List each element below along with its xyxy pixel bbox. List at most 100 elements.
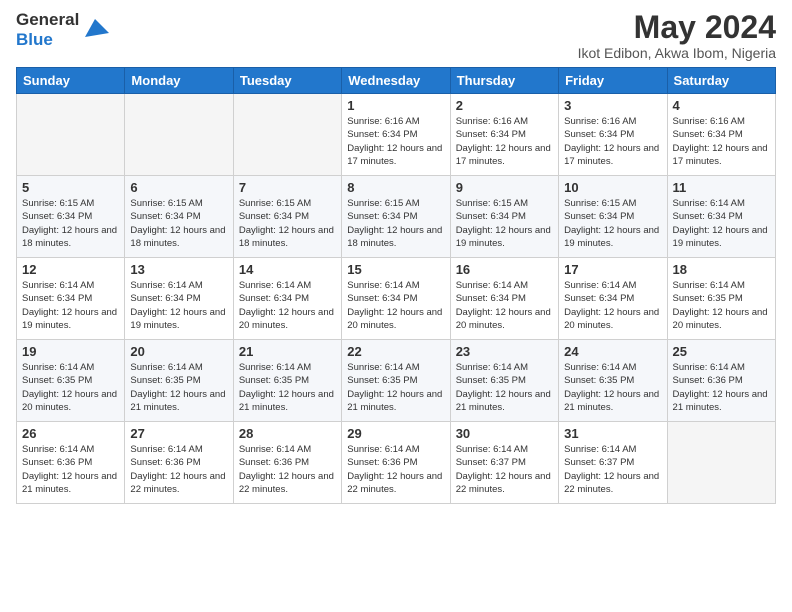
table-row: 5Sunrise: 6:15 AM Sunset: 6:34 PM Daylig… <box>17 176 125 258</box>
day-number: 24 <box>564 344 661 359</box>
table-row <box>667 422 775 504</box>
day-info: Sunrise: 6:14 AM Sunset: 6:34 PM Dayligh… <box>22 279 119 332</box>
day-info: Sunrise: 6:14 AM Sunset: 6:35 PM Dayligh… <box>239 361 336 414</box>
day-number: 18 <box>673 262 770 277</box>
header-saturday: Saturday <box>667 68 775 94</box>
table-row: 16Sunrise: 6:14 AM Sunset: 6:34 PM Dayli… <box>450 258 558 340</box>
table-row <box>17 94 125 176</box>
header: General Blue May 2024 Ikot Edibon, Akwa … <box>16 10 776 61</box>
day-number: 28 <box>239 426 336 441</box>
table-row: 20Sunrise: 6:14 AM Sunset: 6:35 PM Dayli… <box>125 340 233 422</box>
table-row: 11 Sunrise: 6:14 AM Sunset: 6:34 PM Dayli… <box>667 176 775 258</box>
table-row: 31Sunrise: 6:14 AM Sunset: 6:37 PM Dayli… <box>559 422 667 504</box>
table-row: 7Sunrise: 6:15 AM Sunset: 6:34 PM Daylig… <box>233 176 341 258</box>
header-tuesday: Tuesday <box>233 68 341 94</box>
month-year-title: May 2024 <box>578 10 776 45</box>
table-row: 12 Sunrise: 6:14 AM Sunset: 6:34 PM Dayli… <box>17 258 125 340</box>
table-row: 19Sunrise: 6:14 AM Sunset: 6:35 PM Dayli… <box>17 340 125 422</box>
header-friday: Friday <box>559 68 667 94</box>
day-info: Sunrise: 6:14 AM Sunset: 6:37 PM Dayligh… <box>456 443 553 496</box>
table-row: 29 Sunrise: 6:14 AM Sunset: 6:36 PM Dayli… <box>342 422 450 504</box>
day-number: 11 <box>673 180 770 195</box>
table-row: 1 Sunrise: 6:16 AM Sunset: 6:34 PM Daylig… <box>342 94 450 176</box>
day-info: Sunrise: 6:14 AM Sunset: 6:36 PM Dayligh… <box>239 443 336 496</box>
logo-icon <box>81 13 109 41</box>
day-info: Sunrise: 6:14 AM Sunset: 6:36 PM Dayligh… <box>130 443 227 496</box>
day-info: Sunrise: 6:14 AM Sunset: 6:35 PM Dayligh… <box>564 361 661 414</box>
day-number: 14 <box>239 262 336 277</box>
day-number: 23 <box>456 344 553 359</box>
table-row: 8 Sunrise: 6:15 AM Sunset: 6:34 PM Daylig… <box>342 176 450 258</box>
day-info: Sunrise: 6:15 AM Sunset: 6:34 PM Dayligh… <box>347 197 444 250</box>
day-info: Sunrise: 6:15 AM Sunset: 6:34 PM Dayligh… <box>239 197 336 250</box>
table-row: 30 Sunrise: 6:14 AM Sunset: 6:37 PM Dayli… <box>450 422 558 504</box>
day-info: Sunrise: 6:14 AM Sunset: 6:34 PM Dayligh… <box>130 279 227 332</box>
table-row: 25 Sunrise: 6:14 AM Sunset: 6:36 PM Dayli… <box>667 340 775 422</box>
day-info: Sunrise: 6:16 AM Sunset: 6:34 PM Dayligh… <box>564 115 661 168</box>
day-number: 16 <box>456 262 553 277</box>
page: General Blue May 2024 Ikot Edibon, Akwa … <box>0 0 792 612</box>
table-row: 22 Sunrise: 6:14 AM Sunset: 6:35 PM Dayli… <box>342 340 450 422</box>
header-wednesday: Wednesday <box>342 68 450 94</box>
table-row: 4Sunrise: 6:16 AM Sunset: 6:34 PM Daylig… <box>667 94 775 176</box>
table-row: 17 Sunrise: 6:14 AM Sunset: 6:34 PM Dayli… <box>559 258 667 340</box>
calendar-week-row: 5 Sunrise: 6:15 AM Sunset: 6:34 PM Daylig… <box>17 176 776 258</box>
day-number: 26 <box>22 426 119 441</box>
table-row: 21Sunrise: 6:14 AM Sunset: 6:35 PM Dayli… <box>233 340 341 422</box>
logo-blue: Blue <box>16 30 79 50</box>
calendar-table: Sunday Monday Tuesday Wednesday Thursday… <box>16 67 776 504</box>
header-thursday: Thursday <box>450 68 558 94</box>
day-info: Sunrise: 6:15 AM Sunset: 6:34 PM Dayligh… <box>564 197 661 250</box>
day-number: 2 <box>456 98 553 113</box>
day-number: 17 <box>564 262 661 277</box>
day-info: Sunrise: 6:15 AM Sunset: 6:34 PM Dayligh… <box>456 197 553 250</box>
table-row: 3 Sunrise: 6:16 AM Sunset: 6:34 PM Daylig… <box>559 94 667 176</box>
day-info: Sunrise: 6:14 AM Sunset: 6:34 PM Dayligh… <box>564 279 661 332</box>
table-row: 9 Sunrise: 6:15 AM Sunset: 6:34 PM Daylig… <box>450 176 558 258</box>
header-monday: Monday <box>125 68 233 94</box>
calendar-week-row: 19 Sunrise: 6:14 AM Sunset: 6:35 PM Dayli… <box>17 340 776 422</box>
logo: General Blue <box>16 10 109 49</box>
day-info: Sunrise: 6:14 AM Sunset: 6:36 PM Dayligh… <box>673 361 770 414</box>
day-number: 22 <box>347 344 444 359</box>
day-info: Sunrise: 6:14 AM Sunset: 6:35 PM Dayligh… <box>347 361 444 414</box>
day-number: 3 <box>564 98 661 113</box>
table-row: 6Sunrise: 6:15 AM Sunset: 6:34 PM Daylig… <box>125 176 233 258</box>
calendar-week-row: 12 Sunrise: 6:14 AM Sunset: 6:34 PM Dayli… <box>17 258 776 340</box>
day-number: 30 <box>456 426 553 441</box>
day-info: Sunrise: 6:14 AM Sunset: 6:36 PM Dayligh… <box>347 443 444 496</box>
day-number: 20 <box>130 344 227 359</box>
day-number: 10 <box>564 180 661 195</box>
day-number: 29 <box>347 426 444 441</box>
calendar-week-row: 1 Sunrise: 6:16 AM Sunset: 6:34 PM Daylig… <box>17 94 776 176</box>
day-info: Sunrise: 6:16 AM Sunset: 6:34 PM Dayligh… <box>456 115 553 168</box>
day-number: 25 <box>673 344 770 359</box>
table-row: 24 Sunrise: 6:14 AM Sunset: 6:35 PM Dayli… <box>559 340 667 422</box>
title-block: May 2024 Ikot Edibon, Akwa Ibom, Nigeria <box>578 10 776 61</box>
day-number: 19 <box>22 344 119 359</box>
day-info: Sunrise: 6:16 AM Sunset: 6:34 PM Dayligh… <box>347 115 444 168</box>
table-row: 2 Sunrise: 6:16 AM Sunset: 6:34 PM Daylig… <box>450 94 558 176</box>
table-row: 15Sunrise: 6:14 AM Sunset: 6:34 PM Dayli… <box>342 258 450 340</box>
day-number: 12 <box>22 262 119 277</box>
day-number: 8 <box>347 180 444 195</box>
table-row: 26 Sunrise: 6:14 AM Sunset: 6:36 PM Dayli… <box>17 422 125 504</box>
day-number: 27 <box>130 426 227 441</box>
table-row <box>233 94 341 176</box>
day-info: Sunrise: 6:14 AM Sunset: 6:36 PM Dayligh… <box>22 443 119 496</box>
logo-text: General Blue <box>16 10 79 49</box>
day-number: 1 <box>347 98 444 113</box>
day-info: Sunrise: 6:14 AM Sunset: 6:35 PM Dayligh… <box>673 279 770 332</box>
day-info: Sunrise: 6:14 AM Sunset: 6:34 PM Dayligh… <box>239 279 336 332</box>
table-row: 14 Sunrise: 6:14 AM Sunset: 6:34 PM Dayli… <box>233 258 341 340</box>
day-number: 31 <box>564 426 661 441</box>
day-number: 6 <box>130 180 227 195</box>
day-info: Sunrise: 6:14 AM Sunset: 6:34 PM Dayligh… <box>673 197 770 250</box>
day-number: 5 <box>22 180 119 195</box>
day-number: 9 <box>456 180 553 195</box>
day-info: Sunrise: 6:14 AM Sunset: 6:34 PM Dayligh… <box>347 279 444 332</box>
table-row: 28 Sunrise: 6:14 AM Sunset: 6:36 PM Dayli… <box>233 422 341 504</box>
calendar-week-row: 26 Sunrise: 6:14 AM Sunset: 6:36 PM Dayli… <box>17 422 776 504</box>
table-row: 23Sunrise: 6:14 AM Sunset: 6:35 PM Dayli… <box>450 340 558 422</box>
weekday-header-row: Sunday Monday Tuesday Wednesday Thursday… <box>17 68 776 94</box>
